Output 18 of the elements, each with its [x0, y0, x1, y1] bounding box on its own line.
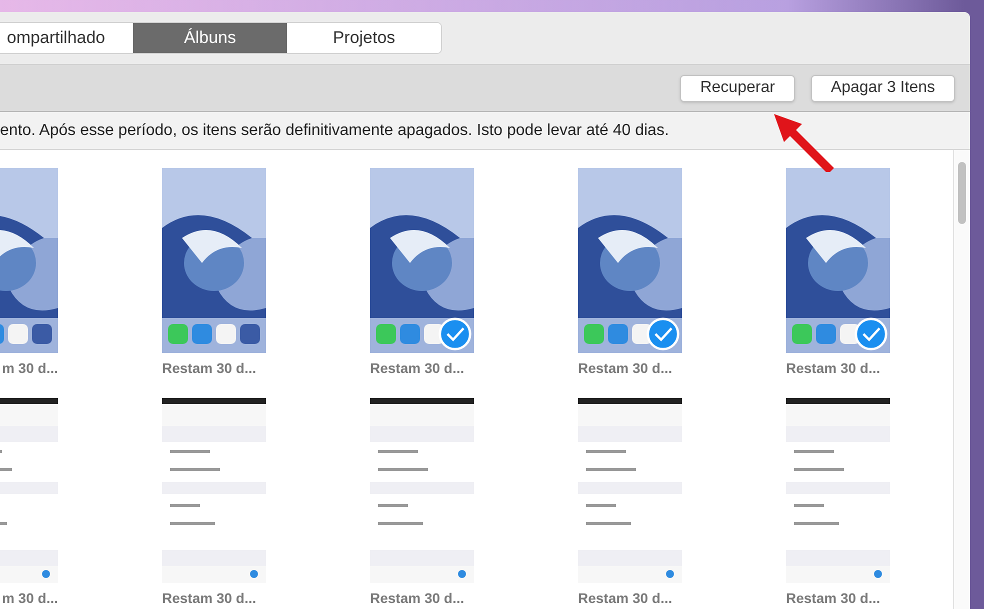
photo-caption: Restam 30 d...	[370, 590, 466, 606]
checkmark-icon[interactable]	[854, 317, 888, 351]
photo-caption: Restam 30 d...	[578, 360, 674, 376]
photo-caption: m 30 d...	[2, 590, 58, 606]
photo-caption: Restam 30 d...	[578, 590, 674, 606]
toolbar-button[interactable]: Recuperar	[680, 74, 795, 102]
photo-caption: Restam 30 d...	[370, 360, 466, 376]
photo-caption: m 30 d...	[2, 360, 58, 376]
notice-text: ento. Após esse período, os itens serão definitivamente apagados. Isto pode levar até 40 dias.	[0, 120, 669, 140]
scrollbar-thumb[interactable]	[958, 162, 966, 224]
photo-caption: Restam 30 d...	[786, 360, 882, 376]
checkmark-icon[interactable]	[646, 317, 680, 351]
toolbar-button[interactable]: Apagar 3 Itens	[810, 74, 955, 102]
photo-caption: Restam 30 d...	[162, 590, 258, 606]
tab[interactable]: Álbuns	[133, 23, 287, 53]
checkmark-icon[interactable]	[438, 317, 472, 351]
photo-caption: Restam 30 d...	[786, 590, 882, 606]
photo-caption: Restam 30 d...	[162, 360, 258, 376]
